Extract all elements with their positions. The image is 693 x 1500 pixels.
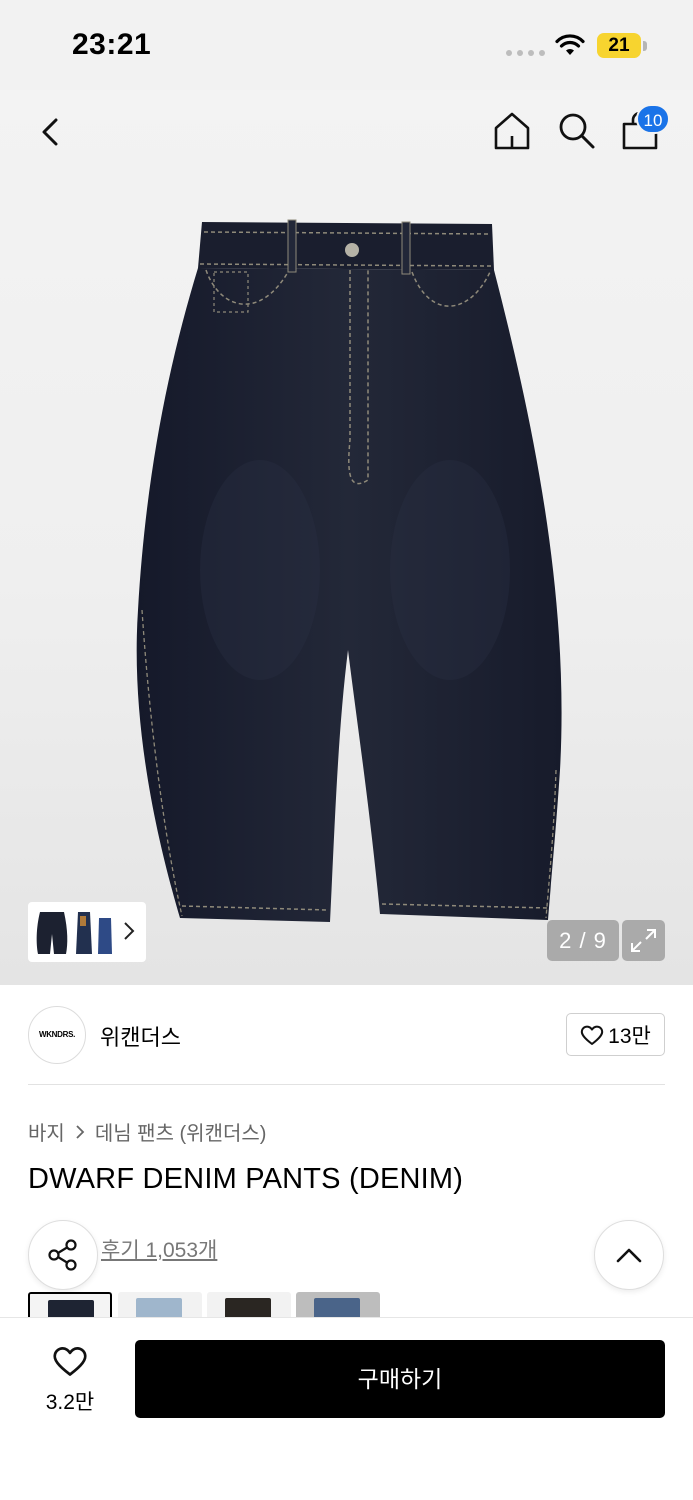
product-gallery[interactable]: 10 2 / 9 bbox=[0, 90, 693, 985]
brand-like-count: 13만 bbox=[608, 1024, 651, 1048]
share-icon bbox=[48, 1239, 77, 1271]
battery-cap bbox=[643, 41, 647, 51]
status-bar: 23:21 21 bbox=[0, 0, 693, 90]
thumbnail-strip[interactable] bbox=[28, 902, 146, 962]
breadcrumb-subcategory[interactable]: 데님 팬츠 (위캔더스) bbox=[95, 1117, 267, 1146]
expand-button[interactable] bbox=[622, 920, 665, 961]
cellular-signal-icon bbox=[506, 50, 545, 56]
heart-icon bbox=[580, 1025, 604, 1045]
chevron-right-icon[interactable] bbox=[122, 920, 136, 942]
color-swatch-dark-denim[interactable] bbox=[28, 1292, 112, 1318]
bottom-action-bar: 3.2만 구매하기 bbox=[0, 1318, 693, 1500]
back-icon[interactable] bbox=[30, 112, 70, 152]
search-icon[interactable] bbox=[556, 110, 596, 150]
thumbnail-back[interactable] bbox=[96, 910, 114, 956]
product-image bbox=[136, 219, 562, 922]
brand-name[interactable]: 위캔더스 bbox=[100, 1020, 181, 1052]
wifi-icon bbox=[555, 34, 585, 55]
home-icon[interactable] bbox=[492, 110, 532, 152]
status-time: 23:21 bbox=[72, 28, 152, 61]
wishlist-count: 3.2만 bbox=[45, 1391, 95, 1414]
product-title: DWARF DENIM PANTS (DENIM) bbox=[28, 1163, 464, 1195]
thumbnail-side[interactable] bbox=[74, 910, 94, 956]
expand-icon bbox=[631, 929, 656, 952]
buy-button[interactable]: 구매하기 bbox=[135, 1340, 665, 1418]
thumbnail-front[interactable] bbox=[36, 910, 68, 956]
heart-icon bbox=[53, 1347, 87, 1376]
breadcrumb: 바지 데님 팬츠 (위캔더스) bbox=[28, 1117, 266, 1146]
color-swatch-mid-blue[interactable] bbox=[296, 1292, 380, 1318]
breadcrumb-category[interactable]: 바지 bbox=[28, 1117, 65, 1146]
divider bbox=[28, 1084, 665, 1085]
brand-logo[interactable]: WKNDRS. bbox=[28, 1006, 86, 1064]
image-page-counter: 2 / 9 bbox=[547, 920, 619, 961]
chevron-up-icon bbox=[616, 1248, 642, 1263]
chevron-right-icon bbox=[76, 1124, 85, 1139]
wishlist-button[interactable]: 3.2만 bbox=[28, 1344, 112, 1418]
color-swatch-black-denim[interactable] bbox=[207, 1292, 291, 1318]
brand-like-button[interactable]: 13만 bbox=[566, 1013, 665, 1056]
color-swatch-light-wash[interactable] bbox=[118, 1292, 202, 1318]
share-button[interactable] bbox=[28, 1220, 98, 1290]
scroll-to-top-button[interactable] bbox=[594, 1220, 664, 1290]
battery-indicator: 21 bbox=[597, 33, 641, 58]
cart-count-badge: 10 bbox=[636, 104, 670, 134]
review-link[interactable]: 후기 1,053개 bbox=[101, 1234, 217, 1264]
